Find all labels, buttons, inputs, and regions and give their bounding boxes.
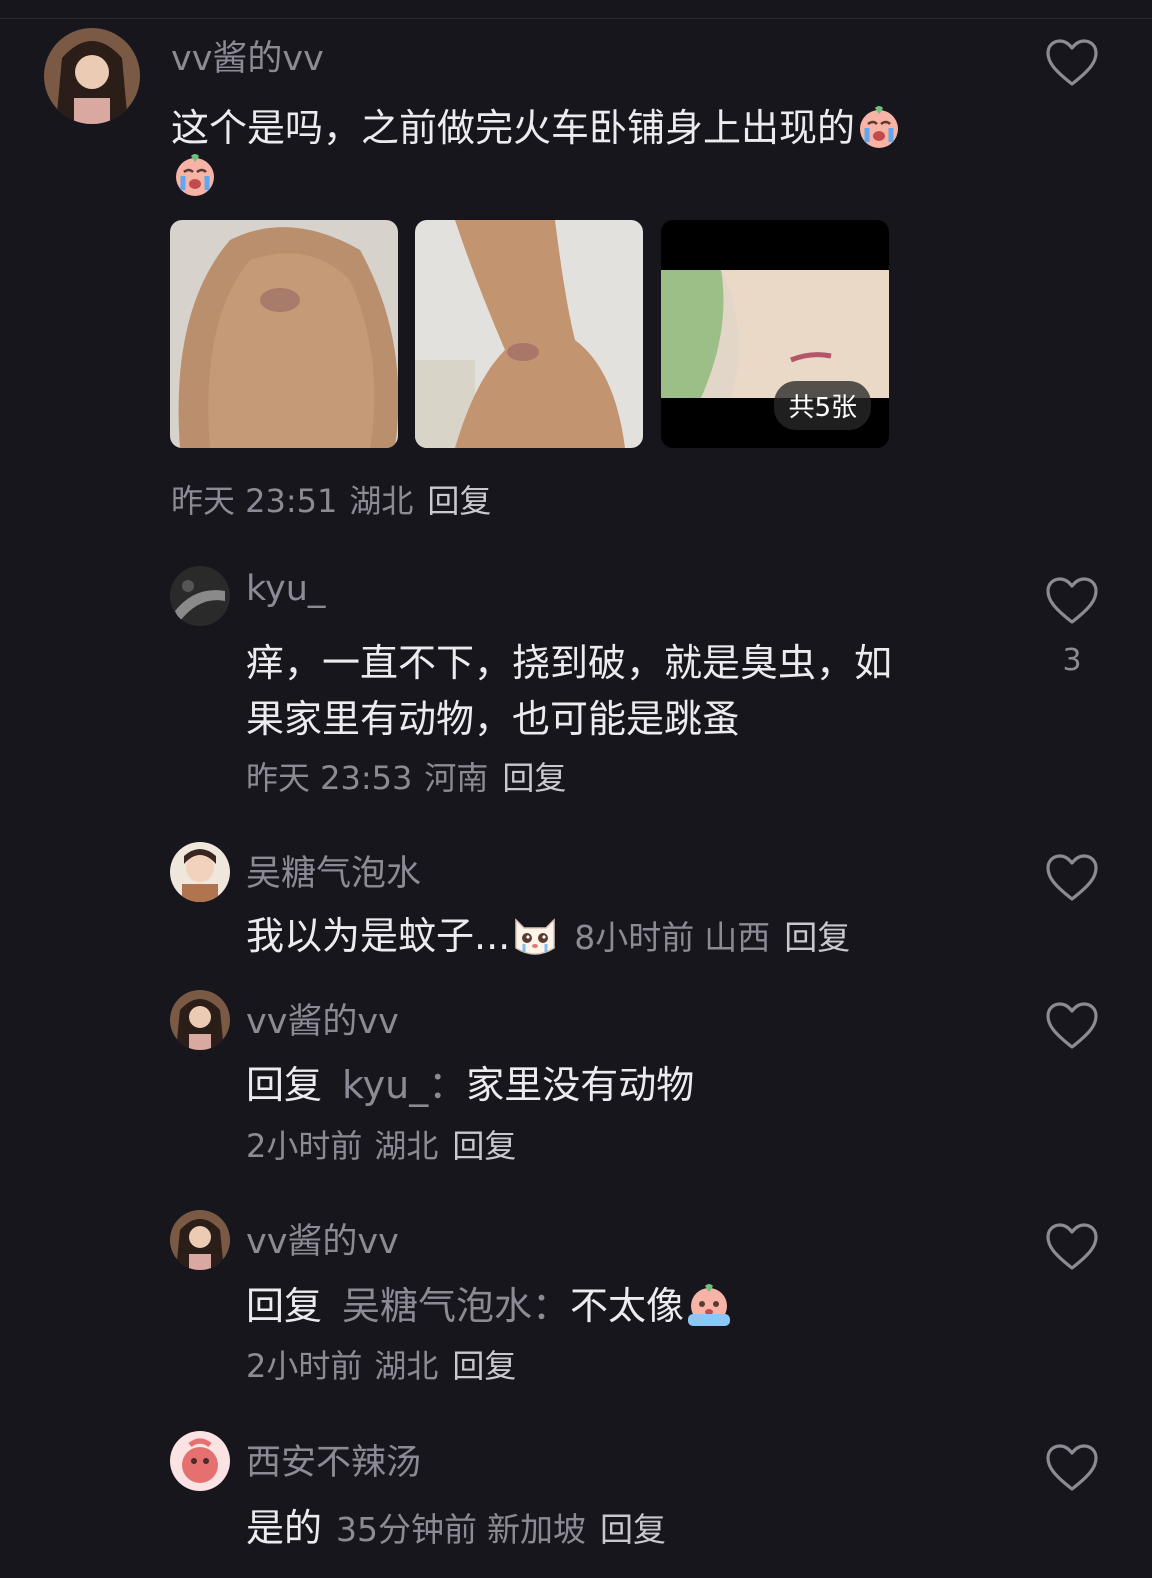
like-button[interactable] — [1044, 576, 1100, 626]
username[interactable]: vv酱的vv — [246, 1213, 399, 1264]
username[interactable]: vv酱的vv — [171, 30, 324, 81]
heart-outline-icon — [1046, 1002, 1098, 1049]
comment-text: 我以为是蚊子... 8小时前 山西 回复 — [246, 905, 850, 967]
location: 河南 — [424, 759, 489, 797]
username[interactable]: 吴糖气泡水 — [246, 845, 421, 896]
comment-meta: 35分钟前 新加坡 回复 — [336, 1510, 666, 1549]
reply-button[interactable]: 回复 — [600, 1510, 666, 1549]
crying-cat-emoji-icon — [510, 910, 560, 967]
comment-text: 回复 吴糖气泡水：不太像 — [246, 1275, 734, 1337]
timestamp: 昨天 23:53 — [246, 759, 413, 797]
comment-text: 是的 35分钟前 新加坡 回复 — [246, 1497, 666, 1552]
timestamp: 2小时前 — [246, 1347, 363, 1385]
reply-button[interactable]: 回复 — [784, 918, 850, 957]
like-button[interactable] — [1044, 1222, 1100, 1272]
timestamp: 8小时前 — [574, 918, 695, 957]
photo-thumbnail-3[interactable]: 共5张 — [661, 220, 889, 448]
heart-outline-icon — [1046, 1444, 1098, 1491]
location: 新加坡 — [487, 1510, 587, 1549]
comment-text-content: 家里没有动物 — [466, 1063, 695, 1107]
comment-text-content: 这个是吗，之前做完火车卧铺身上出现的 — [171, 106, 856, 150]
comment-text-content: 我以为是蚊子... — [246, 914, 511, 958]
heart-outline-icon — [1046, 854, 1098, 901]
avatar[interactable] — [170, 1210, 230, 1270]
top-divider — [0, 18, 1152, 19]
comment-text-line-1: 痒，一直不下，挠到破，就是臭虫，如 — [246, 641, 893, 685]
like-button[interactable] — [1044, 38, 1100, 88]
comment-text-content: 是的 — [246, 1506, 323, 1550]
location: 湖北 — [349, 482, 414, 520]
reply-button[interactable]: 回复 — [452, 1127, 516, 1165]
like-button[interactable] — [1044, 1001, 1100, 1051]
like-button[interactable] — [1044, 1443, 1100, 1493]
avatar[interactable] — [170, 990, 230, 1050]
username[interactable]: 西安不辣汤 — [246, 1434, 421, 1485]
comment-meta: 昨天 23:51 湖北 回复 — [171, 476, 491, 522]
like-count: 3 — [1062, 643, 1082, 678]
comment-text-emoji-line — [171, 150, 219, 202]
reply-prefix: 回复 — [246, 1063, 323, 1107]
reply-to-username[interactable]: 吴糖气泡水： — [342, 1284, 570, 1328]
heart-outline-icon — [1046, 577, 1098, 624]
location: 湖北 — [374, 1347, 439, 1385]
comment-text: 这个是吗，之前做完火车卧铺身上出现的 — [171, 97, 903, 159]
comment-meta: 8小时前 山西 回复 — [574, 918, 850, 957]
comment-text-line-2: 果家里有动物，也可能是跳蚤 — [246, 697, 741, 741]
timestamp: 2小时前 — [246, 1127, 363, 1165]
comment-meta: 昨天 23:53 河南 回复 — [246, 753, 566, 799]
username[interactable]: vv酱的vv — [246, 993, 399, 1044]
location: 湖北 — [374, 1127, 439, 1165]
avatar[interactable] — [170, 566, 230, 626]
scared-emoji-icon — [684, 1280, 734, 1337]
reply-to-username[interactable]: kyu_： — [342, 1063, 466, 1107]
crying-emoji-icon — [855, 102, 903, 159]
reply-button[interactable]: 回复 — [427, 482, 491, 520]
avatar[interactable] — [44, 28, 140, 124]
crying-emoji-icon — [171, 150, 219, 202]
heart-outline-icon — [1046, 39, 1098, 86]
username[interactable]: kyu_ — [246, 569, 325, 609]
photo-thumbnail-2[interactable] — [415, 220, 643, 448]
like-button[interactable] — [1044, 853, 1100, 903]
reply-button[interactable]: 回复 — [452, 1347, 516, 1385]
avatar[interactable] — [170, 1431, 230, 1491]
reply-prefix: 回复 — [246, 1284, 323, 1328]
comment-text-content: 不太像 — [570, 1284, 685, 1328]
location: 山西 — [704, 918, 771, 957]
photo-thumbnail-1[interactable] — [170, 220, 398, 448]
comment-meta: 2小时前 湖北 回复 — [246, 1121, 516, 1167]
heart-outline-icon — [1046, 1223, 1098, 1270]
timestamp: 昨天 23:51 — [171, 482, 338, 520]
timestamp: 35分钟前 — [336, 1510, 478, 1549]
comment-meta: 2小时前 湖北 回复 — [246, 1341, 516, 1387]
comment-text: 回复 kyu_：家里没有动物 — [246, 1054, 694, 1109]
photo-count-badge: 共5张 — [774, 381, 871, 430]
avatar[interactable] — [170, 842, 230, 902]
reply-button[interactable]: 回复 — [502, 759, 566, 797]
